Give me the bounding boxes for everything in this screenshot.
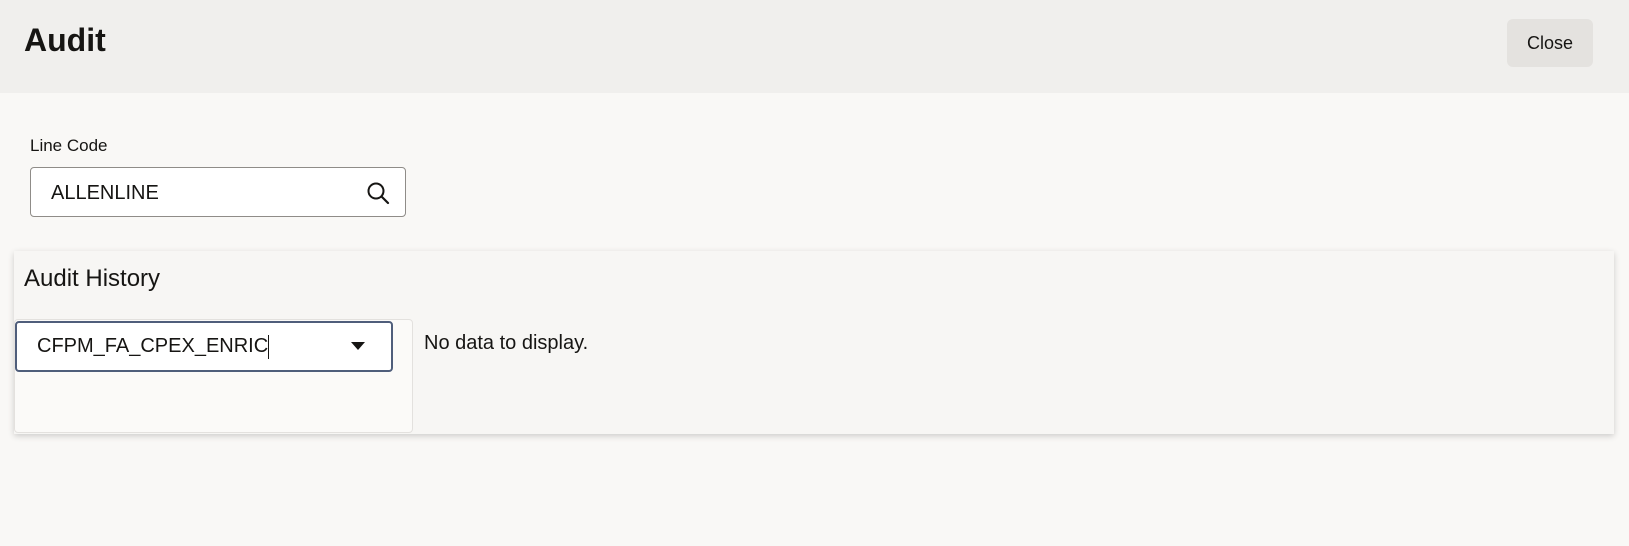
page-header: Audit Close <box>0 0 1629 93</box>
select-value-text: CFPM_FA_CPEX_ENRIC <box>37 335 269 357</box>
close-button[interactable]: Close <box>1507 19 1593 67</box>
text-cursor <box>268 334 270 359</box>
line-code-label: Line Code <box>30 136 108 155</box>
chevron-down-icon[interactable] <box>351 342 365 350</box>
select-value[interactable]: CFPM_FA_CPEX_ENRIC <box>37 323 270 370</box>
audit-history-panel: Audit History CFPM_FA_CPEX_ENRIC No data… <box>14 251 1614 434</box>
page-title: Audit <box>24 22 106 58</box>
line-code-field[interactable]: ALLENLINE <box>30 167 406 217</box>
empty-message: No data to display. <box>424 332 589 354</box>
audit-history-title: Audit History <box>24 265 161 292</box>
line-code-value[interactable]: ALLENLINE <box>51 168 159 218</box>
audit-history-select[interactable]: CFPM_FA_CPEX_ENRIC <box>15 321 393 372</box>
search-icon[interactable] <box>365 180 391 206</box>
